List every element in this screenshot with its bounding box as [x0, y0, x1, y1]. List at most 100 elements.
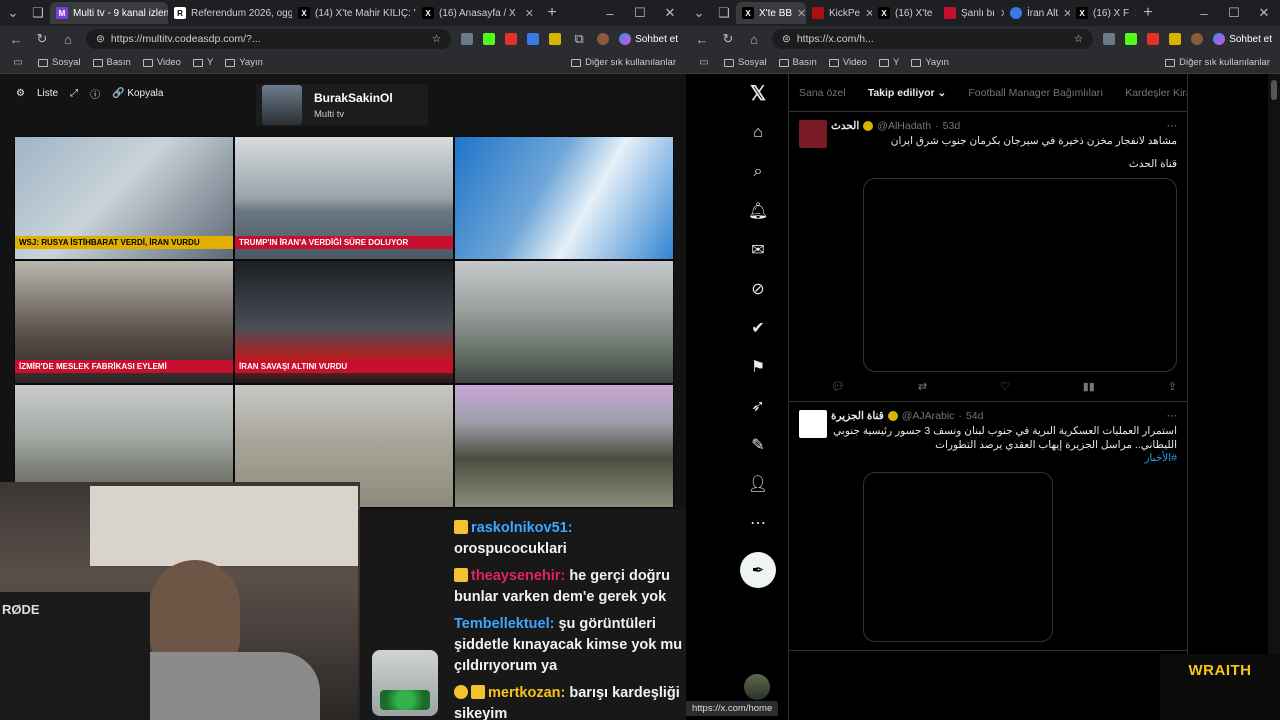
split-screen-icon[interactable]: ⧉: [571, 31, 587, 47]
tweet-author-name[interactable]: الحدث: [831, 120, 859, 132]
window-close-icon[interactable]: ✕: [1256, 5, 1272, 21]
extension-icon[interactable]: [505, 33, 518, 45]
views-icon[interactable]: ▮▮: [1083, 380, 1095, 393]
tab-list-kardesler[interactable]: Kardeşler Kira: [1125, 87, 1187, 99]
tab-x-bb[interactable]: X X'te BB ✕: [736, 2, 806, 24]
bookmark-folder[interactable]: Video: [142, 57, 181, 68]
tweet-avatar[interactable]: [799, 120, 827, 148]
sidebar-toggle-icon[interactable]: ▭: [10, 57, 26, 68]
profile-avatar[interactable]: [1191, 33, 1204, 45]
profile-avatar[interactable]: [597, 33, 610, 45]
extension-icon[interactable]: [549, 33, 562, 45]
notifications-bell-icon[interactable]: 🔔︎: [738, 191, 778, 230]
video-cell[interactable]: [454, 260, 674, 384]
other-favorites-folder[interactable]: Diğer sık kullanılanlar: [571, 57, 676, 68]
video-cell[interactable]: [454, 136, 674, 260]
bookmark-folder[interactable]: Y: [192, 57, 213, 68]
tweet-handle[interactable]: @AlHadath: [877, 120, 931, 132]
workspaces-icon[interactable]: ❏: [712, 5, 736, 21]
tab-x-home[interactable]: X (16) Anasayfa / X ✕: [416, 2, 540, 24]
bookmark-folder[interactable]: Basın: [778, 57, 817, 68]
info-icon[interactable]: ⓘ: [90, 86, 100, 101]
tab-following[interactable]: Takip ediliyor ⌄: [868, 87, 947, 99]
hashtag-link[interactable]: #الأخبار: [831, 452, 1177, 464]
new-tab-icon[interactable]: +: [1140, 4, 1156, 22]
search-icon[interactable]: ⌕: [738, 152, 778, 191]
articles-icon[interactable]: ✎: [738, 425, 778, 464]
favorite-star-icon[interactable]: ☆: [1074, 33, 1083, 45]
bookmark-folder[interactable]: Yayın: [911, 57, 949, 68]
home-icon[interactable]: ⌂: [738, 113, 778, 152]
copy-button[interactable]: 🔗 Kopyala: [112, 88, 163, 99]
video-cell[interactable]: [454, 384, 674, 508]
post-button[interactable]: ✒: [740, 552, 776, 588]
bookmark-folder[interactable]: Basın: [92, 57, 131, 68]
tab-x-mahir[interactable]: X (14) X'te Mahir KILIÇ: "G ✕: [292, 2, 416, 24]
extension-icon[interactable]: [483, 33, 496, 45]
close-icon[interactable]: ✕: [865, 7, 872, 20]
bookmark-folder[interactable]: Sosyal: [38, 57, 81, 68]
grok-icon[interactable]: ⊘: [738, 269, 778, 308]
tab-multitv[interactable]: M Multi tv - 9 kanal izleniy ✕: [50, 2, 168, 24]
video-cell[interactable]: İZMİR'DE MESLEK FABRİKASI EYLEMİ: [14, 260, 234, 384]
home-icon[interactable]: ⌂: [60, 32, 76, 47]
verified-icon[interactable]: ✔: [738, 308, 778, 347]
close-icon[interactable]: ✕: [797, 7, 806, 20]
extension-icon[interactable]: [1147, 33, 1160, 45]
list-button[interactable]: Liste: [37, 88, 58, 99]
maximize-icon[interactable]: ☐: [1226, 5, 1242, 21]
extension-icon[interactable]: [1125, 33, 1138, 45]
account-avatar[interactable]: [744, 674, 770, 700]
tab-sanli[interactable]: Şanlı bı ✕: [938, 2, 1004, 24]
extension-icon[interactable]: [1103, 33, 1116, 45]
minimize-icon[interactable]: –: [1196, 6, 1212, 21]
video-cell[interactable]: WSJ: RUSYA İSTİHBARAT VERDİ, İRAN VURDU: [14, 136, 234, 260]
bookmark-folder[interactable]: Video: [828, 57, 867, 68]
window-close-icon[interactable]: ✕: [662, 5, 678, 21]
back-icon[interactable]: ←: [694, 32, 710, 47]
other-favorites-folder[interactable]: Diğer sık kullanılanlar: [1165, 57, 1270, 68]
tweet[interactable]: قناة الجزيرة @AJArabic · 54d ⋯ استمرار ا…: [789, 402, 1187, 651]
bookmark-folder[interactable]: Y: [878, 57, 899, 68]
minimize-icon[interactable]: –: [602, 6, 618, 21]
site-info-icon[interactable]: ⊜: [782, 33, 791, 45]
tweet-media[interactable]: [863, 178, 1177, 372]
more-options-icon[interactable]: ⋯: [1167, 120, 1178, 132]
sidebar-toggle-icon[interactable]: ▭: [696, 57, 712, 68]
channel-card[interactable]: BurakSakinOl Multi tv: [256, 84, 428, 126]
tweet-media[interactable]: [863, 472, 1053, 642]
tab-list-icon[interactable]: ⌄: [0, 5, 26, 21]
close-icon[interactable]: ✕: [1134, 7, 1136, 20]
reply-icon[interactable]: 💬︎: [831, 380, 845, 393]
extension-icon[interactable]: [527, 33, 540, 45]
new-tab-icon[interactable]: +: [544, 4, 560, 22]
video-cell[interactable]: İRAN SAVAŞI ALTINI VURDU: [234, 260, 454, 384]
share-icon[interactable]: ⇪: [1168, 380, 1177, 393]
tweet-time[interactable]: 54d: [966, 410, 984, 422]
refresh-icon[interactable]: ↻: [720, 31, 736, 47]
scrollbar[interactable]: [1268, 74, 1280, 720]
tweet-handle[interactable]: @AJArabic: [902, 410, 955, 422]
tab-x-16[interactable]: X (16) X'te ✕: [872, 2, 938, 24]
repost-icon[interactable]: ⇄: [918, 380, 927, 393]
x-logo-icon[interactable]: 𝕏: [738, 74, 778, 113]
close-icon[interactable]: ✕: [525, 7, 534, 20]
workspaces-icon[interactable]: ❏: [26, 5, 50, 21]
fullscreen-icon[interactable]: ⤢: [70, 88, 78, 99]
jobs-rocket-icon[interactable]: ➶: [738, 386, 778, 425]
tab-list-icon[interactable]: ⌄: [686, 5, 712, 21]
tweet-author-name[interactable]: قناة الجزيرة: [831, 410, 884, 422]
profile-icon[interactable]: 👤︎: [738, 464, 778, 503]
back-icon[interactable]: ←: [8, 32, 24, 47]
messages-envelope-icon[interactable]: ✉: [738, 230, 778, 269]
video-cell[interactable]: TRUMP'IN İRAN'A VERDİĞİ SÜRE DOLUYOR: [234, 136, 454, 260]
tab-list-football-manager[interactable]: Football Manager Bağımlıları: [968, 87, 1103, 99]
home-icon[interactable]: ⌂: [746, 32, 762, 47]
tweet[interactable]: الحدث @AlHadath · 53d ⋯ مشاهد لانفجار مخ…: [789, 112, 1187, 402]
tab-for-you[interactable]: Sana özel: [799, 87, 846, 99]
extension-icon[interactable]: [461, 33, 474, 45]
tab-iran[interactable]: İran Alt ✕: [1004, 2, 1070, 24]
copilot-chat-button[interactable]: Sohbet et: [619, 33, 678, 45]
address-bar[interactable]: ⊜ https://multitv.codeasdp.com/?... ☆: [86, 29, 452, 49]
tab-kick[interactable]: KickPe ✕: [806, 2, 872, 24]
